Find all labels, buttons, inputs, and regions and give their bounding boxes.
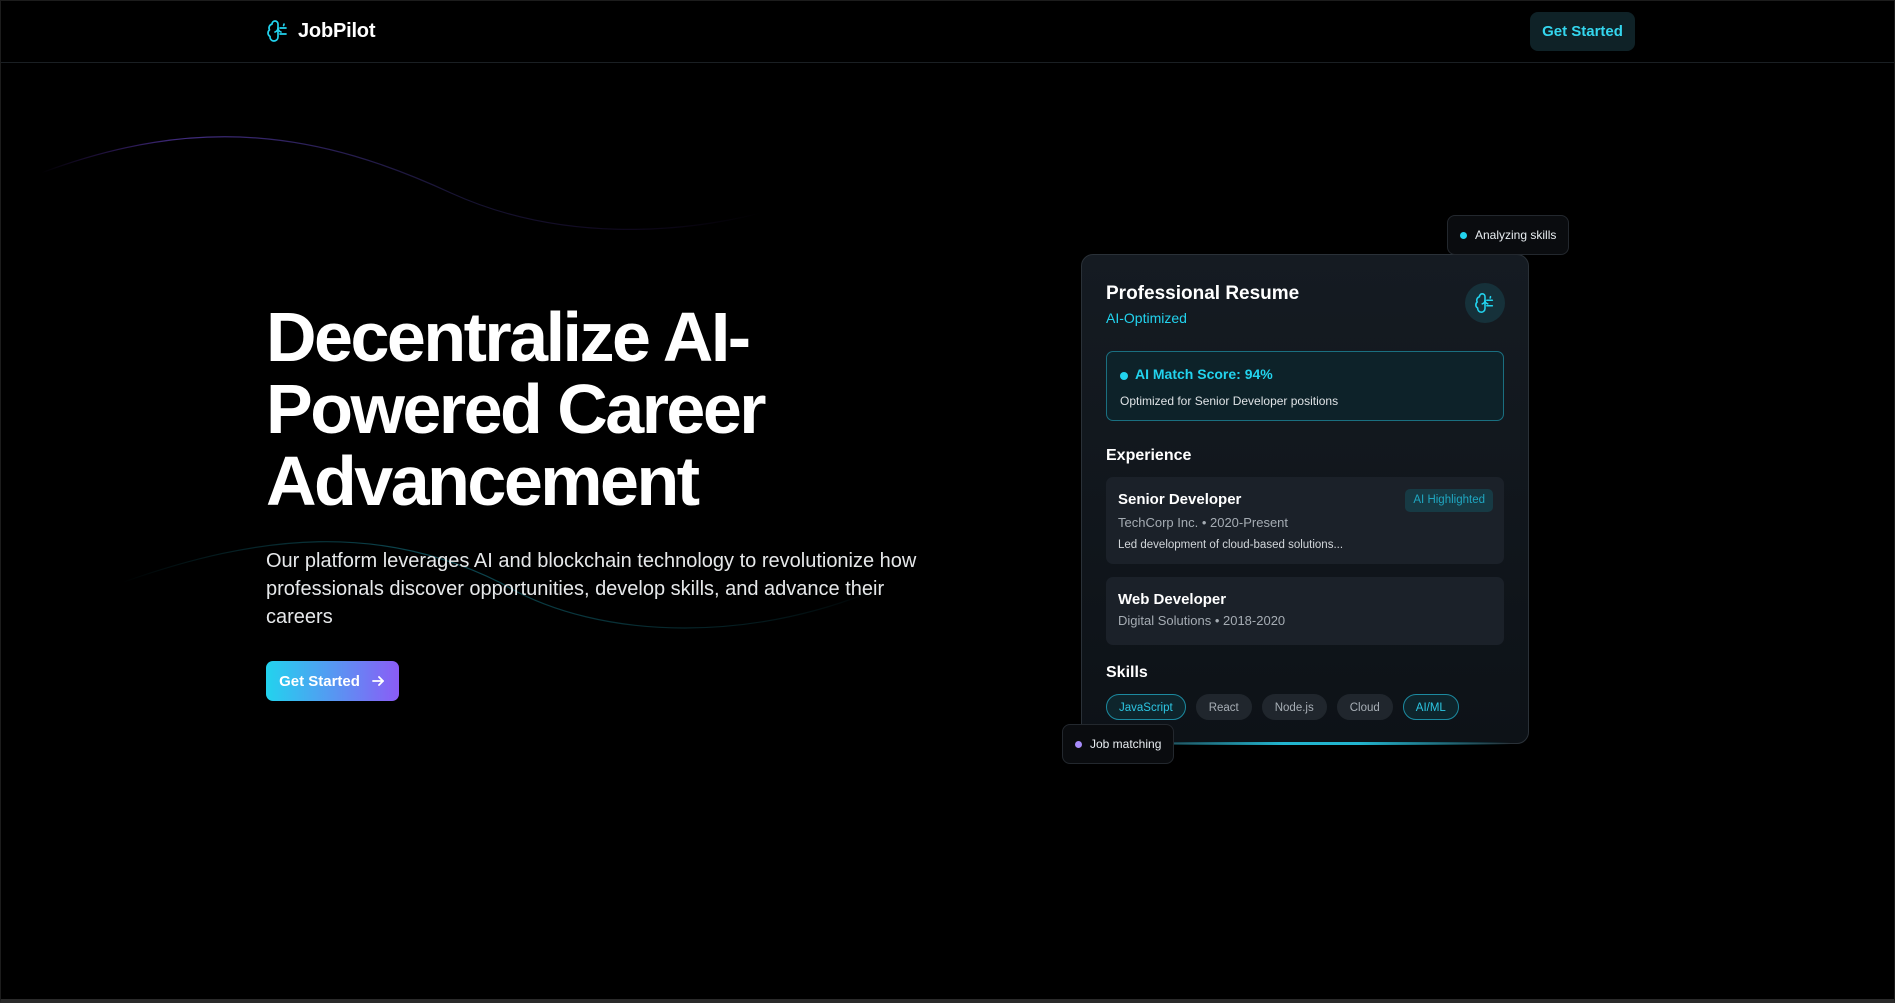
brand-logo[interactable]: JobPilot (266, 19, 375, 43)
experience-role: Web Developer (1118, 591, 1227, 608)
status-dot (1075, 740, 1082, 748)
brain-icon (1465, 283, 1505, 323)
skills-heading: Skills (1106, 664, 1148, 681)
experience-meta: Digital Solutions • 2018-2020 (1118, 613, 1286, 628)
status-dot (1120, 372, 1128, 380)
page-frame: JobPilot Get Started Decentralize AI- Po… (0, 0, 1895, 1003)
experience-item[interactable]: Web Developer Digital Solutions • 2018-2… (1106, 577, 1504, 645)
hero-title-line: Powered Career (266, 370, 767, 448)
get-started-button[interactable]: Get Started (1530, 12, 1635, 51)
card-glow-line (1131, 742, 1511, 745)
arrow-right-icon (370, 673, 386, 689)
analyzing-skills-pill: Analyzing skills (1447, 215, 1570, 255)
experience-meta: TechCorp Inc. • 2020-Present (1118, 515, 1289, 530)
ai-match-score-box: AI Match Score: 94% Optimized for Senior… (1106, 351, 1504, 421)
experience-description: Led development of cloud-based solutions… (1118, 539, 1344, 551)
skill-chip[interactable]: AI/ML (1402, 694, 1459, 720)
resume-subtitle: AI-Optimized (1106, 310, 1187, 326)
top-nav: JobPilot Get Started (1, 1, 1894, 63)
skills-list: JavaScript React Node.js Cloud AI/ML (1106, 694, 1459, 720)
brand-name: JobPilot (298, 19, 376, 42)
hero-title-line: Decentralize AI- (266, 298, 751, 376)
ai-match-description: Optimized for Senior Developer positions (1120, 394, 1339, 408)
ai-match-score: AI Match Score: 94% (1135, 366, 1273, 382)
skill-chip[interactable]: JavaScript (1106, 694, 1186, 720)
experience-item[interactable]: Senior Developer TechCorp Inc. • 2020-Pr… (1106, 477, 1504, 564)
job-matching-pill: Job matching (1062, 724, 1175, 764)
experience-role: Senior Developer (1118, 491, 1242, 508)
analyzing-skills-label: Analyzing skills (1475, 228, 1557, 242)
skill-chip[interactable]: Cloud (1336, 694, 1393, 720)
job-matching-label: Job matching (1090, 737, 1162, 751)
status-dot (1460, 231, 1467, 239)
skill-chip[interactable]: React (1195, 694, 1252, 720)
skill-chip[interactable]: Node.js (1261, 694, 1327, 720)
ai-highlighted-badge: AI Highlighted (1405, 489, 1493, 512)
hero-title: Decentralize AI- Powered Career Advancem… (266, 301, 866, 517)
hero-get-started-button[interactable]: Get Started (266, 661, 399, 701)
hero-subtitle: Our platform leverages AI and blockchain… (266, 550, 917, 628)
brain-icon (266, 19, 290, 43)
resume-card: Professional Resume AI-Optimized AI Matc… (1081, 254, 1529, 744)
experience-heading: Experience (1106, 447, 1192, 464)
hero-title-line: Advancement (266, 442, 700, 520)
resume-title: Professional Resume (1106, 283, 1300, 304)
hero-cta-label: Get Started (279, 672, 360, 690)
